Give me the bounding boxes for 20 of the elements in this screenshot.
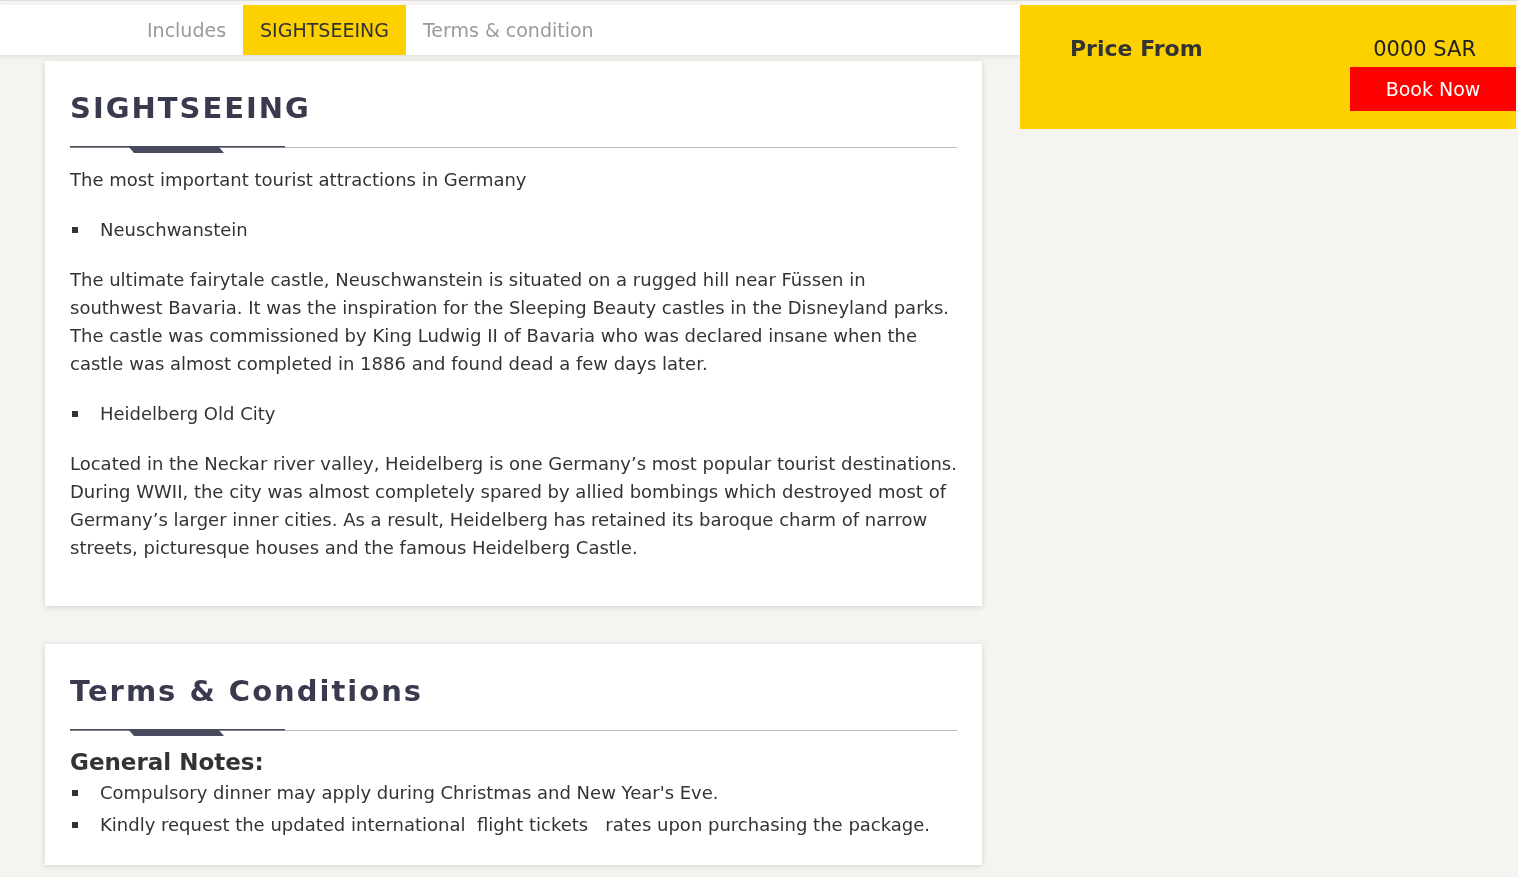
list-item: Compulsory dinner may apply during Christmas and New Year's Eve. bbox=[100, 781, 719, 805]
section-heading: SIGHTSEEING bbox=[70, 91, 312, 125]
tab[interactable]: Includes bbox=[130, 5, 244, 55]
bullet-icon bbox=[72, 790, 78, 796]
tab[interactable]: SIGHTSEEING bbox=[243, 5, 406, 55]
list-item: Neuschwanstein bbox=[100, 218, 248, 242]
list-item: Heidelberg Old City bbox=[100, 402, 276, 426]
paragraph: Located in the Neckar river valley, Heidelberg is one Germany’s most popular tourist destinations. During WWII, the city was almost completely spared by allied bombings which destroyed most of Germany’s larger inner cities. As a result, Heidelberg has retained its baroque charm of narrow streets, picturesque houses and the famous Heidelberg Castle. bbox=[70, 452, 957, 560]
tab[interactable]: Terms & condition bbox=[405, 5, 611, 55]
price-value: 0000 SAR bbox=[1373, 37, 1476, 61]
section-heading: Terms & Conditions bbox=[70, 674, 425, 708]
price-label: Price From bbox=[1070, 36, 1203, 61]
paragraph: The most important tourist attractions in Germany bbox=[70, 168, 528, 192]
book-now-button[interactable]: Book Now bbox=[1350, 67, 1516, 111]
paragraph: The ultimate fairytale castle, Neuschwanstein is situated on a rugged hill near Füssen in southwest Bavaria. It was the inspiration for the Sleeping Beauty castles in the Disneyland parks. The castle was commissioned by King Ludwig II of Bavaria who was declared insane when the castle was almost completed in 1886 and found dead a few days later. bbox=[70, 268, 951, 376]
subheading: General Notes: bbox=[70, 749, 265, 775]
bullet-icon bbox=[72, 411, 78, 417]
bullet-icon bbox=[72, 822, 78, 828]
list-item: Kindly request the updated international flight tickets rates upon purchasing the package. bbox=[100, 813, 931, 837]
bullet-icon bbox=[72, 227, 78, 233]
